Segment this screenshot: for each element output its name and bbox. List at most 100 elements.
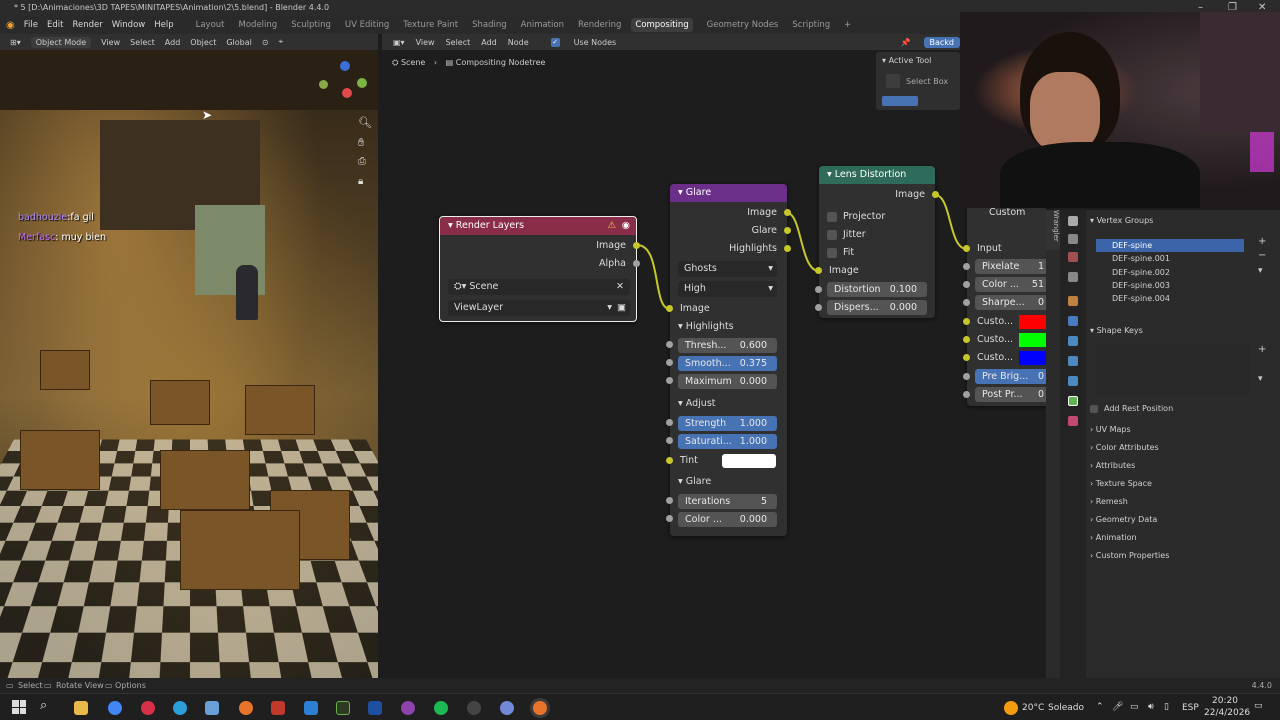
notification-icon[interactable]: ▭ — [1254, 701, 1263, 711]
volume-icon[interactable]: 🔊︎ — [1148, 702, 1154, 712]
animation-section[interactable]: › Animation — [1090, 533, 1137, 542]
transform-orientation-select[interactable]: Global — [226, 38, 252, 47]
adjust-section[interactable]: ▾ Adjust — [670, 395, 787, 413]
tab-texture-paint[interactable]: Texture Paint — [403, 20, 458, 30]
custom-group-node[interactable]: Custom Input Pixelate 1 Color ... 51 Sharp… — [967, 202, 1046, 406]
maximum-field[interactable]: Maximum 0.000 — [678, 374, 777, 389]
blender-taskbar-icon[interactable] — [239, 701, 253, 715]
tab-geometry-nodes[interactable]: Geometry Nodes — [707, 20, 779, 30]
view-layer-tab-icon[interactable] — [1068, 272, 1078, 282]
add-vertex-group-icon[interactable]: + — [1258, 236, 1266, 247]
uv-maps-section[interactable]: › UV Maps — [1090, 425, 1131, 434]
menu-edit[interactable]: Edit — [47, 20, 63, 30]
eye-icon[interactable]: ◉ — [622, 217, 630, 235]
zoom-icon[interactable]: 🔍︎ — [358, 116, 372, 129]
output-socket[interactable] — [932, 191, 939, 198]
clock-date[interactable]: 22/4/2026 — [1204, 708, 1250, 718]
input-socket[interactable] — [815, 286, 822, 293]
node-menu-select[interactable]: Select — [446, 38, 471, 47]
glare-section[interactable]: ▾ Glare — [670, 473, 787, 491]
constraints-tab-icon[interactable] — [1068, 376, 1078, 386]
scene-tab-icon[interactable] — [1068, 296, 1078, 306]
color-field[interactable]: Color ... 51 — [975, 277, 1046, 292]
menu-file[interactable]: File — [24, 20, 38, 30]
add-shape-key-icon[interactable]: + — [1258, 344, 1266, 355]
viewport-menu-object[interactable]: Object — [190, 38, 216, 47]
vertex-group-item[interactable]: DEF-spine.004 — [1096, 292, 1244, 305]
pivot-icon[interactable]: ⊙ — [262, 38, 269, 47]
search-icon[interactable]: ⌕ — [40, 698, 47, 713]
input-socket[interactable] — [666, 457, 673, 464]
projector-checkbox[interactable]: Projector — [819, 208, 935, 226]
output-socket[interactable] — [784, 227, 791, 234]
tab-sculpting[interactable]: Sculpting — [291, 20, 331, 30]
output-socket[interactable] — [633, 242, 640, 249]
weather-text[interactable]: Soleado — [1048, 703, 1084, 713]
input-socket[interactable] — [666, 341, 673, 348]
glare-quality-select[interactable]: High ▾ — [678, 281, 777, 297]
iterations-field[interactable]: Iterations 5 — [678, 494, 777, 509]
vertex-groups-header[interactable]: ▾ Vertex Groups — [1090, 216, 1153, 225]
input-socket[interactable] — [963, 318, 970, 325]
vertex-group-item[interactable]: DEF-spine — [1096, 239, 1244, 252]
node-editor-canvas[interactable]: ⛭ Scene › ▤ Compositing Nodetree ▾ Activ… — [382, 50, 1046, 678]
shape-key-menu-icon[interactable]: ▾ — [1258, 374, 1263, 384]
tab-compositing[interactable]: Compositing — [631, 18, 692, 32]
material-tab-icon[interactable] — [1068, 416, 1078, 426]
navigation-gizmo[interactable] — [318, 58, 374, 114]
shape-keys-header[interactable]: ▾ Shape Keys — [1090, 326, 1143, 335]
collapse-icon[interactable]: ▾ — [448, 220, 456, 231]
backdrop-button[interactable]: Backd — [924, 37, 961, 48]
render-tab-icon[interactable] — [1068, 234, 1078, 244]
color-modulation-field[interactable]: Color ... 0.000 — [678, 512, 777, 527]
chrome-icon[interactable] — [108, 701, 122, 715]
app-icon[interactable] — [401, 701, 415, 715]
smoothness-field[interactable]: Smooth... 0.375 — [678, 356, 777, 371]
saturation-field[interactable]: Saturati... 1.000 — [678, 434, 777, 449]
clear-icon[interactable]: ✕ — [616, 279, 624, 295]
y-axis-icon[interactable] — [357, 78, 367, 88]
menu-help[interactable]: Help — [154, 20, 173, 30]
vertex-group-item[interactable]: DEF-spine.002 — [1096, 266, 1244, 279]
shape-keys-list[interactable] — [1096, 344, 1250, 396]
show-hidden-icons[interactable]: ⌃ — [1096, 702, 1104, 712]
physics-tab-icon[interactable] — [1068, 356, 1078, 366]
windows-start-icon[interactable] — [12, 700, 26, 714]
edge-icon[interactable] — [173, 701, 187, 715]
remesh-section[interactable]: › Remesh — [1090, 497, 1128, 506]
object-mode-select[interactable]: Object Mode — [31, 37, 91, 48]
color-swatch[interactable] — [1019, 315, 1046, 329]
output-socket[interactable] — [784, 209, 791, 216]
input-socket[interactable] — [815, 304, 822, 311]
blender-logo-icon[interactable]: ◉ — [6, 20, 15, 31]
color-swatch[interactable] — [1019, 333, 1046, 347]
attributes-section[interactable]: › Attributes — [1090, 461, 1135, 470]
viewport-menu-view[interactable]: View — [101, 38, 120, 47]
node-menu-add[interactable]: Add — [481, 38, 497, 47]
sharpen-field[interactable]: Sharpe... 0 — [975, 295, 1046, 310]
color-attributes-section[interactable]: › Color Attributes — [1090, 443, 1159, 452]
mic-icon[interactable]: 🎤︎ — [1112, 702, 1123, 712]
glare-type-select[interactable]: Ghosts ▾ — [678, 261, 777, 277]
input-socket[interactable] — [963, 299, 970, 306]
pin-icon[interactable]: 📌 — [901, 38, 911, 47]
input-socket[interactable] — [666, 419, 673, 426]
node-wrangler-tab[interactable]: Wrangler — [1046, 210, 1060, 250]
weather-temp[interactable]: 20°C — [1022, 703, 1044, 713]
threshold-field[interactable]: Thresh... 0.600 — [678, 338, 777, 353]
data-tab-icon[interactable] — [1068, 396, 1078, 406]
tab-uv-editing[interactable]: UV Editing — [345, 20, 389, 30]
render-icon[interactable]: ▣ — [617, 300, 626, 316]
post-process-field[interactable]: Post Pr... 0 — [975, 387, 1046, 402]
neg-y-axis-icon[interactable] — [319, 80, 328, 89]
tab-rendering[interactable]: Rendering — [578, 20, 621, 30]
z-axis-icon[interactable] — [340, 61, 350, 71]
input-socket[interactable] — [815, 267, 822, 274]
use-nodes-checkbox[interactable]: ✓ Use Nodes — [540, 38, 617, 47]
output-socket[interactable] — [633, 260, 640, 267]
input-socket[interactable] — [963, 281, 970, 288]
menu-render[interactable]: Render — [72, 20, 102, 30]
lens-distortion-node[interactable]: ▾ Lens Distortion Image Projector Jitter… — [819, 166, 935, 318]
3d-viewport[interactable]: badhouzie:fa gil Merfasc: muy bien 🔍︎ ✋︎… — [0, 50, 378, 678]
fit-checkbox[interactable]: Fit — [819, 244, 935, 262]
